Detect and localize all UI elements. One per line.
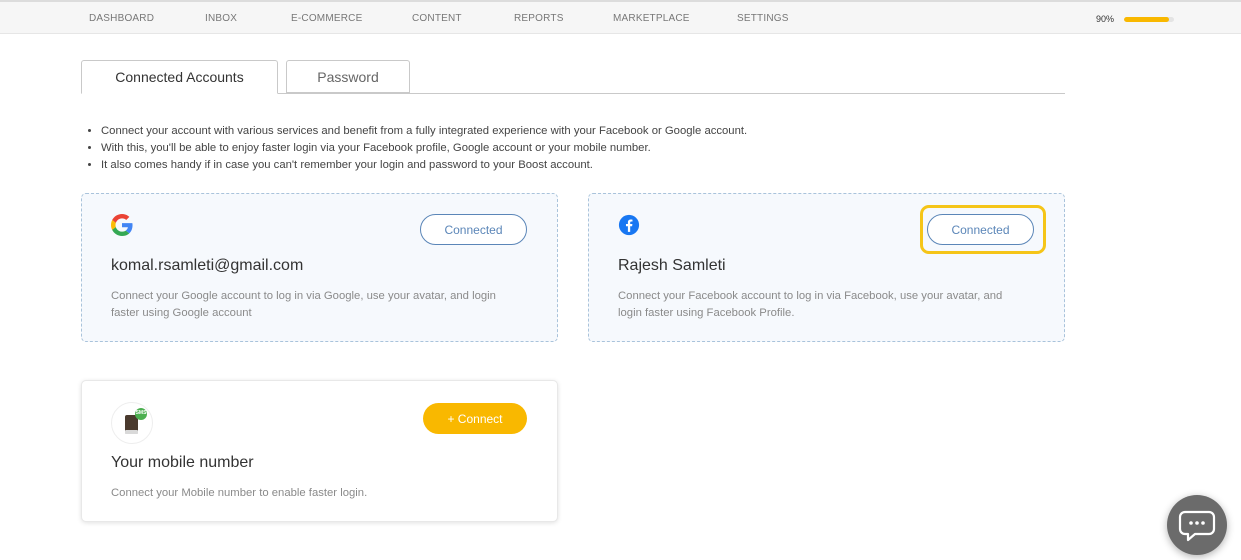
nav-item-dashboard[interactable]: DASHBOARD [89, 13, 154, 24]
chat-support-button[interactable] [1167, 495, 1227, 555]
google-account-card: Connected komal.rsamleti@gmail.com Conne… [81, 193, 558, 342]
info-item: It also comes handy if in case you can't… [101, 157, 1001, 174]
google-connected-button[interactable]: Connected [420, 214, 527, 245]
info-item: Connect your account with various servic… [101, 123, 1001, 140]
mobile-card-title: Your mobile number [111, 454, 254, 471]
facebook-icon [618, 214, 640, 236]
mobile-number-card: SMS + Connect Your mobile number Connect… [81, 380, 558, 522]
google-icon [111, 214, 133, 236]
info-list: Connect your account with various servic… [101, 123, 1001, 174]
nav-item-e-commerce[interactable]: E-COMMERCE [291, 13, 362, 24]
nav-item-content[interactable]: CONTENT [412, 13, 462, 24]
info-item: With this, you'll be able to enjoy faste… [101, 140, 1001, 157]
mobile-card-description: Connect your Mobile number to enable fas… [111, 487, 368, 499]
nav-item-settings[interactable]: SETTINGS [737, 13, 789, 24]
facebook-account-name: Rajesh Samleti [618, 257, 726, 274]
nav-item-reports[interactable]: REPORTS [514, 13, 564, 24]
profile-progress-fill [1124, 17, 1169, 22]
google-account-email: komal.rsamleti@gmail.com [111, 257, 304, 274]
nav-item-inbox[interactable]: INBOX [205, 13, 237, 24]
facebook-card-description: Connect your Facebook account to log in … [618, 290, 1003, 319]
top-nav: DASHBOARD INBOX E-COMMERCE CONTENT REPOR… [0, 0, 1241, 34]
profile-progress-bar [1124, 17, 1174, 22]
sms-phone-icon: SMS [111, 402, 153, 444]
tab-connected-accounts[interactable]: Connected Accounts [81, 60, 278, 94]
chat-icon [1178, 510, 1216, 542]
nav-item-marketplace[interactable]: MARKETPLACE [613, 13, 690, 24]
connect-mobile-button[interactable]: + Connect [423, 403, 527, 434]
facebook-connected-button[interactable]: Connected [927, 214, 1034, 245]
tab-password[interactable]: Password [286, 60, 410, 93]
facebook-account-card: Connected Rajesh Samleti Connect your Fa… [588, 193, 1065, 342]
google-card-description: Connect your Google account to log in vi… [111, 290, 496, 319]
profile-progress-label: 90% [1096, 14, 1115, 24]
sms-badge-label: SMS [135, 410, 147, 416]
